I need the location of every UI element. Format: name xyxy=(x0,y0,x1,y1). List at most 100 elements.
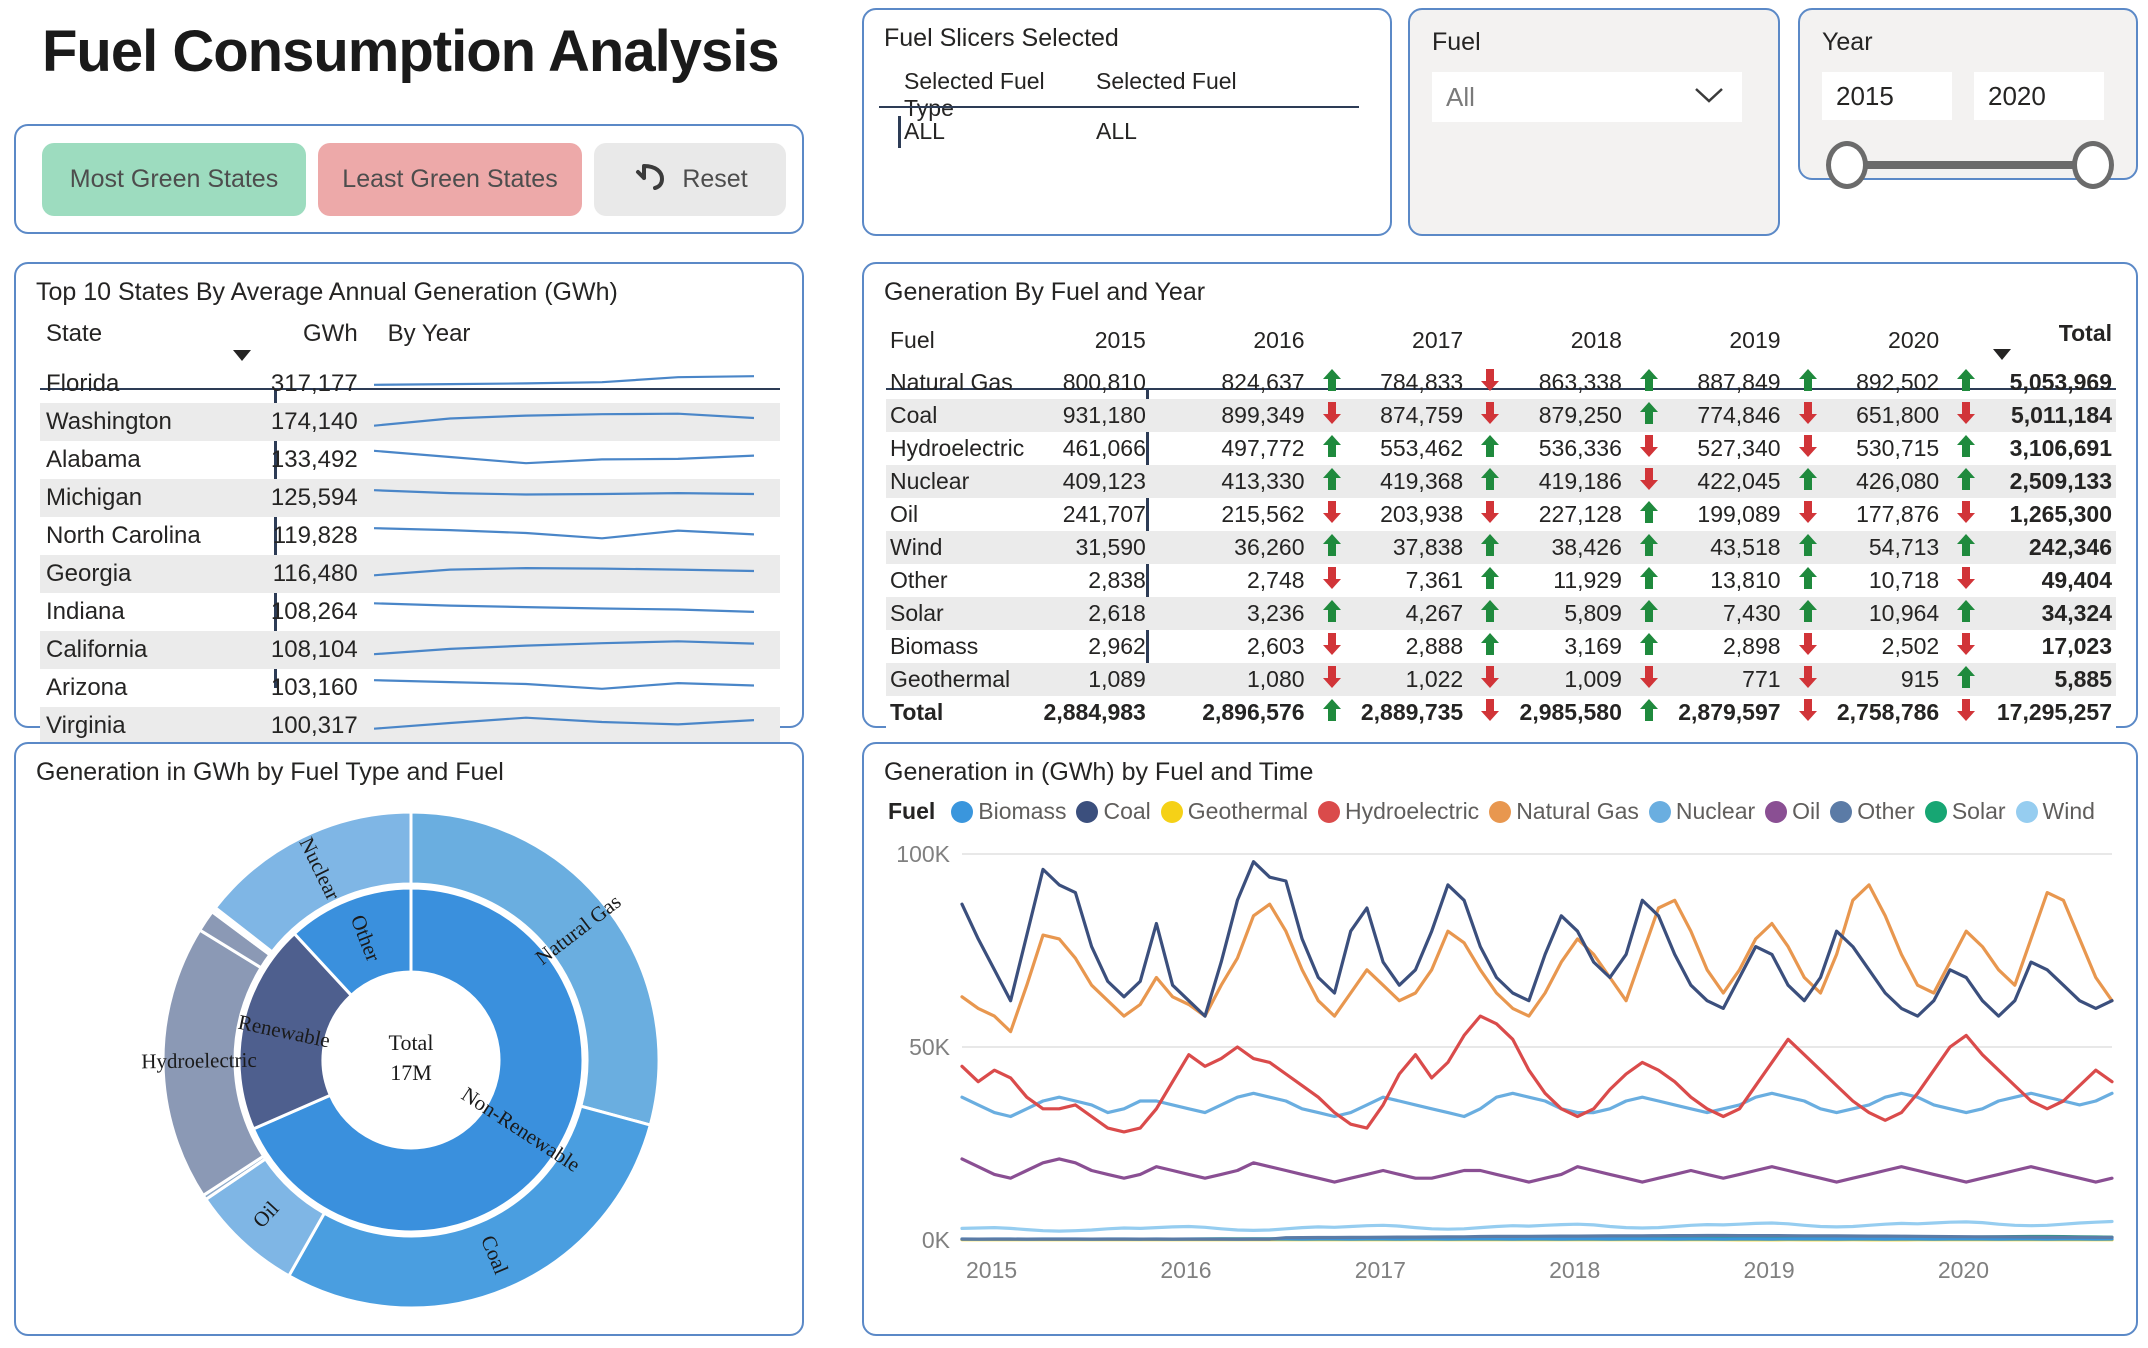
table-row[interactable]: Total2,884,9832,896,5762,889,7352,985,58… xyxy=(886,696,2116,729)
trend-up-icon xyxy=(1797,598,1819,630)
generation-value-cell: 203,938 xyxy=(1351,498,1510,531)
generation-value-cell: 43,518 xyxy=(1668,531,1827,564)
trend-down-icon xyxy=(1479,697,1501,729)
trend-down-icon xyxy=(1955,565,1977,597)
table-row[interactable]: Virginia100,317 xyxy=(40,707,780,745)
value-text: 651,800 xyxy=(1856,402,1939,428)
year-slider-handle-right[interactable] xyxy=(2072,141,2114,189)
matrix-col-total[interactable]: Total xyxy=(1985,318,2116,366)
value-text: 10,718 xyxy=(1869,567,1939,593)
generation-value-cell: 2,879,597 xyxy=(1668,696,1827,729)
table-row[interactable]: Geothermal1,0891,0801,0221,0097719155,88… xyxy=(886,663,2116,696)
legend-item-solar[interactable]: Solar xyxy=(1925,798,2006,825)
table-row[interactable]: Georgia116,480 xyxy=(40,555,780,593)
trend-down-icon xyxy=(1955,697,1977,729)
table-row[interactable]: Natural Gas800,810824,637784,833863,3388… xyxy=(886,366,2116,399)
line-series-hydroelectric[interactable] xyxy=(962,1016,2112,1132)
line-series-wind[interactable] xyxy=(962,1222,2112,1232)
legend-item-geothermal[interactable]: Geothermal xyxy=(1161,798,1308,825)
generation-matrix-panel: Generation By Fuel and Year Fuel20152016… xyxy=(862,262,2138,728)
value-text: 413,330 xyxy=(1221,468,1304,494)
trend-down-icon xyxy=(1797,664,1819,696)
most-green-states-button[interactable]: Most Green States xyxy=(42,143,306,216)
sparkline-cell xyxy=(364,555,780,593)
value-text: 177,876 xyxy=(1856,501,1939,527)
selected-fuel-type-header: Selected Fuel Type xyxy=(904,68,1096,122)
states-col-gwh[interactable]: GWh xyxy=(227,318,363,365)
table-row[interactable]: Florida317,177 xyxy=(40,365,780,403)
year-from-input[interactable]: 2015 xyxy=(1822,72,1952,120)
table-row[interactable]: Biomass2,9622,6032,8883,1692,8982,50217,… xyxy=(886,630,2116,663)
states-col-state[interactable]: State xyxy=(40,318,227,365)
matrix-col-fuel[interactable]: Fuel xyxy=(886,318,1033,366)
least-green-states-button[interactable]: Least Green States xyxy=(318,143,582,216)
table-row[interactable]: Michigan125,594 xyxy=(40,479,780,517)
table-row[interactable]: Nuclear409,123413,330419,368419,186422,0… xyxy=(886,465,2116,498)
sparkline-cell xyxy=(364,669,780,707)
states-col-byyear[interactable]: By Year xyxy=(364,318,780,365)
table-row[interactable]: Washington174,140 xyxy=(40,403,780,441)
year-to-input[interactable]: 2020 xyxy=(1974,72,2104,120)
value-text: 215,562 xyxy=(1221,501,1304,527)
row-total-cell: 2,509,133 xyxy=(1985,465,2116,498)
generation-value-cell: 36,260 xyxy=(1192,531,1351,564)
fuel-dropdown[interactable]: All xyxy=(1432,72,1742,122)
generation-value-cell: 2,898 xyxy=(1668,630,1827,663)
legend-item-label: Biomass xyxy=(978,798,1066,825)
year-slider-track[interactable] xyxy=(1846,161,2096,169)
legend-color-swatch xyxy=(1649,801,1671,823)
legend-color-swatch xyxy=(2016,801,2038,823)
selected-fuel-type-value: ALL xyxy=(904,118,1096,145)
table-row[interactable]: North Carolina119,828 xyxy=(40,517,780,555)
matrix-col-2020[interactable]: 2020 xyxy=(1827,318,1986,366)
generation-value-cell: 879,250 xyxy=(1509,399,1668,432)
matrix-col-2016[interactable]: 2016 xyxy=(1192,318,1351,366)
line-series-nuclear[interactable] xyxy=(962,1093,2112,1116)
trend-down-icon xyxy=(1638,664,1660,696)
trend-down-icon xyxy=(1638,433,1660,465)
y-axis-tick-label: 100K xyxy=(896,841,950,867)
line-series-oil[interactable] xyxy=(962,1159,2112,1182)
generation-value-cell: 3,169 xyxy=(1509,630,1668,663)
fuel-slicers-selected-panel: Fuel Slicers Selected Selected Fuel Type… xyxy=(862,8,1392,236)
value-text: 887,849 xyxy=(1697,369,1780,395)
legend-item-natural-gas[interactable]: Natural Gas xyxy=(1489,798,1639,825)
legend-item-hydroelectric[interactable]: Hydroelectric xyxy=(1318,798,1479,825)
table-row[interactable]: Hydroelectric461,066497,772553,462536,33… xyxy=(886,432,2116,465)
legend-item-biomass[interactable]: Biomass xyxy=(951,798,1066,825)
table-row[interactable]: Solar2,6183,2364,2675,8097,43010,96434,3… xyxy=(886,597,2116,630)
sunburst-chart[interactable]: Non-RenewableRenewableOtherNatural GasCo… xyxy=(46,802,776,1322)
reset-button[interactable]: Reset xyxy=(594,143,786,216)
legend-item-other[interactable]: Other xyxy=(1830,798,1915,825)
line-series-coal[interactable] xyxy=(962,862,2112,1016)
fuel-name-cell: Wind xyxy=(886,531,1033,564)
undo-arrow-icon xyxy=(632,156,672,203)
legend-item-nuclear[interactable]: Nuclear xyxy=(1649,798,1755,825)
matrix-col-2017[interactable]: 2017 xyxy=(1351,318,1510,366)
generation-value-cell: 419,186 xyxy=(1509,465,1668,498)
table-row[interactable]: Alabama133,492 xyxy=(40,441,780,479)
trend-up-icon xyxy=(1479,433,1501,465)
generation-value-cell: 422,045 xyxy=(1668,465,1827,498)
legend-item-oil[interactable]: Oil xyxy=(1765,798,1820,825)
trend-down-icon xyxy=(1797,697,1819,729)
x-axis-tick-label: 2017 xyxy=(1355,1257,1406,1283)
line-chart-plot[interactable]: 0K50K100K201520162017201820192020 xyxy=(884,840,2118,1290)
state-name-cell: Indiana xyxy=(40,593,227,631)
table-row[interactable]: Coal931,180899,349874,759879,250774,8466… xyxy=(886,399,2116,432)
state-name-cell: Alabama xyxy=(40,441,227,479)
legend-item-wind[interactable]: Wind xyxy=(2016,798,2095,825)
table-row[interactable]: Other2,8382,7487,36111,92913,81010,71849… xyxy=(886,564,2116,597)
table-row[interactable]: California108,104 xyxy=(40,631,780,669)
table-row[interactable]: Indiana108,264 xyxy=(40,593,780,631)
table-row[interactable]: Arizona103,160 xyxy=(40,669,780,707)
matrix-col-2019[interactable]: 2019 xyxy=(1668,318,1827,366)
generation-value-cell: 7,361 xyxy=(1351,564,1510,597)
table-row[interactable]: Oil241,707215,562203,938227,128199,08917… xyxy=(886,498,2116,531)
legend-item-coal[interactable]: Coal xyxy=(1076,798,1150,825)
table-row[interactable]: Wind31,59036,26037,83838,42643,51854,713… xyxy=(886,531,2116,564)
matrix-col-2015[interactable]: 2015 xyxy=(1033,318,1192,366)
matrix-col-2018[interactable]: 2018 xyxy=(1509,318,1668,366)
line-series-natural-gas[interactable] xyxy=(962,885,2112,1032)
year-slider-handle-left[interactable] xyxy=(1826,141,1868,189)
